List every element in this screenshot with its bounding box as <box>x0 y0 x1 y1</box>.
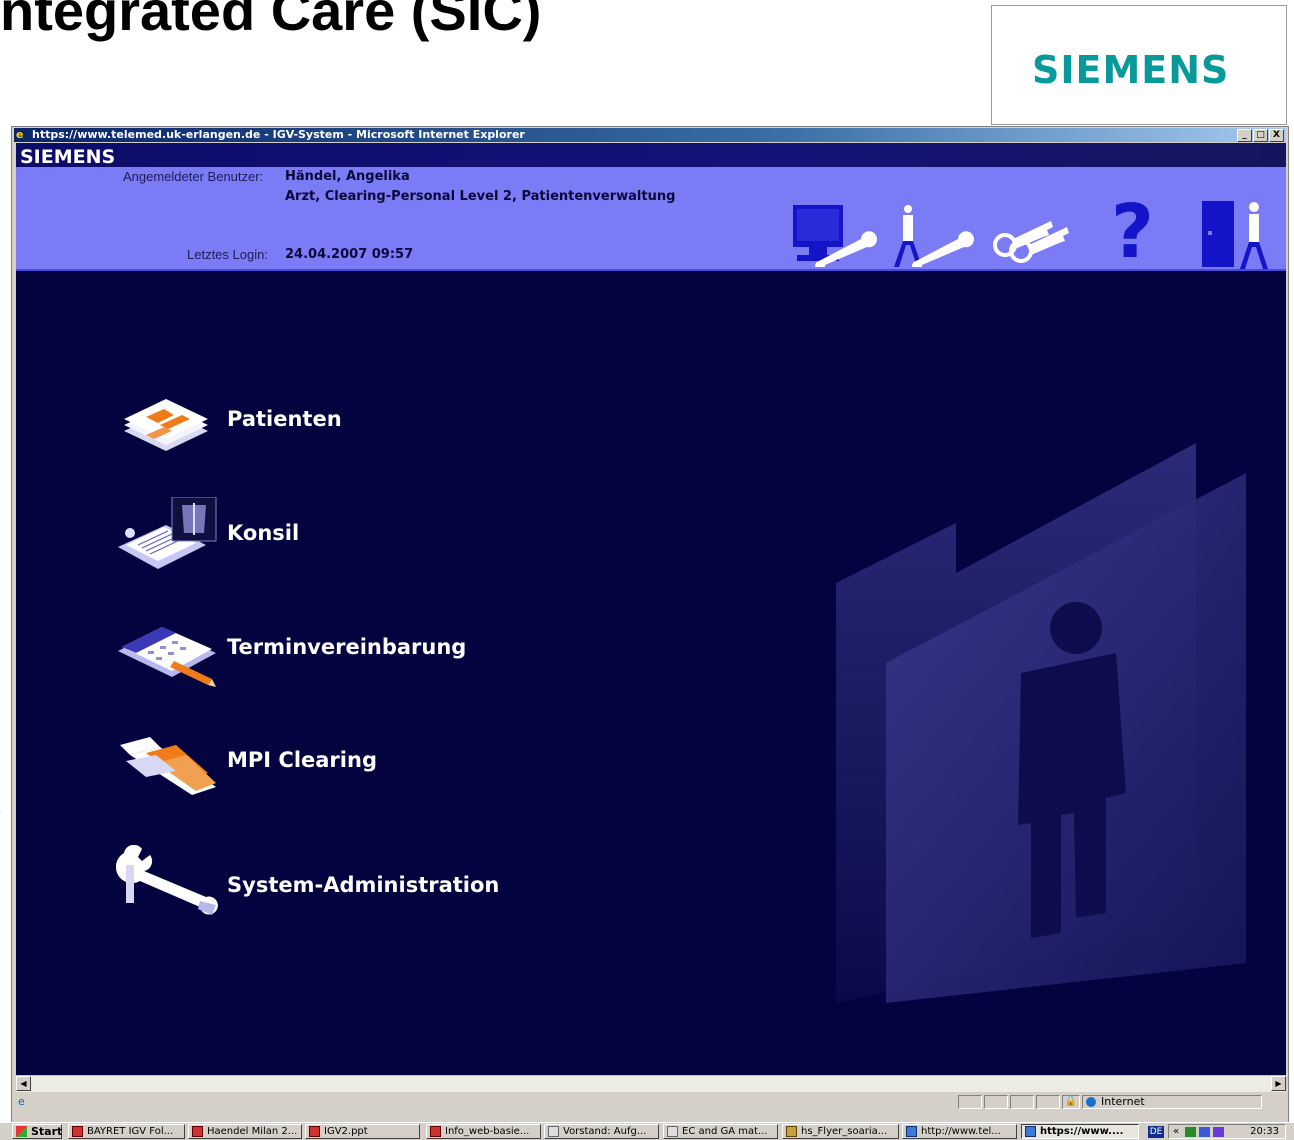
pdf-icon <box>192 1126 203 1137</box>
taskbar-item-label: Haendel Milan 2... <box>207 1126 298 1137</box>
window-titlebar[interactable]: e https://www.telemed.uk-erlangen.de - I… <box>14 128 1286 142</box>
slide-title: ntegrated Care (SIC) <box>0 0 542 42</box>
taskbar-item[interactable]: Haendel Milan 2... <box>188 1124 302 1139</box>
wrench-icon <box>116 845 218 915</box>
taskbar-item[interactable]: EC and GA mat... <box>663 1124 778 1139</box>
antivirus-icon[interactable] <box>1199 1127 1210 1137</box>
app-top-strip: SIEMENS <box>16 143 1286 168</box>
last-login-label: Letztes Login: <box>187 247 268 262</box>
taskbar-item[interactable]: Vorstand: Aufg... <box>544 1124 659 1139</box>
taskbar-item-label: BAYRET IGV Fol... <box>87 1126 174 1137</box>
app-content: SIEMENS Angemeldeter Benutzer: Händel, A… <box>16 143 1286 1075</box>
browser-window: e https://www.telemed.uk-erlangen.de - I… <box>11 126 1289 1126</box>
pdf-icon <box>72 1126 83 1137</box>
menu-label-patienten: Patienten <box>227 407 342 431</box>
user-name: Händel, Angelika <box>285 169 410 184</box>
tray-expand-icon[interactable]: « <box>1173 1125 1179 1138</box>
status-cell <box>1010 1095 1034 1109</box>
patient-cards-icon <box>124 399 208 451</box>
taskbar-item[interactable]: IGV2.ppt <box>305 1124 420 1139</box>
user-header: Angemeldeter Benutzer: Händel, Angelika … <box>16 167 1286 271</box>
clock: 20:33 <box>1250 1126 1279 1137</box>
start-button[interactable]: Start <box>12 1124 62 1139</box>
taskbar-item-label: Vorstand: Aufg... <box>563 1126 647 1137</box>
taskbar-item-label: Info_web-basie... <box>445 1126 530 1137</box>
user-label: Angemeldeter Benutzer: <box>123 169 264 184</box>
keys-icon[interactable] <box>991 205 1081 271</box>
computer-wrench-icon[interactable] <box>791 205 881 271</box>
user-roles: Arzt, Clearing-Personal Level 2, Patient… <box>285 189 676 204</box>
menu-item-system-administration[interactable]: System-Administration <box>116 845 596 925</box>
mpi-clearing-icon <box>120 737 216 795</box>
status-cell <box>958 1095 982 1109</box>
system-tray: « 20:33 <box>1168 1124 1286 1139</box>
menu-item-konsil[interactable]: Konsil <box>116 497 596 577</box>
last-login-value: 24.04.2007 09:57 <box>285 247 414 262</box>
powerpoint-icon <box>430 1126 441 1137</box>
zone-label: Internet <box>1101 1095 1145 1108</box>
maximize-button[interactable]: □ <box>1253 129 1268 142</box>
page-status-icon: e <box>18 1095 25 1108</box>
horizontal-scrollbar[interactable]: ◀ ▶ <box>16 1075 1286 1092</box>
image-icon <box>786 1126 797 1137</box>
internet-explorer-icon <box>1025 1126 1036 1137</box>
taskbar-item-label: IGV2.ppt <box>324 1126 368 1137</box>
logout-icon[interactable] <box>1202 201 1276 273</box>
taskbar-item[interactable]: Info_web-basie... <box>426 1124 541 1139</box>
lock-icon: 🔒 <box>1062 1095 1080 1109</box>
taskbar-item[interactable]: http://www.tel... <box>902 1124 1017 1139</box>
status-cell <box>1036 1095 1060 1109</box>
siemens-slide-logo: SIEMENS <box>1032 48 1230 92</box>
app-logo: SIEMENS <box>20 146 116 168</box>
taskbar-item-label: EC and GA mat... <box>682 1126 768 1137</box>
clipboard-xray-icon <box>118 497 217 569</box>
status-bar: e 🔒 Internet <box>16 1093 1286 1111</box>
task-icon <box>667 1126 678 1137</box>
task-icon <box>548 1126 559 1137</box>
menu-label-konsil: Konsil <box>227 521 300 545</box>
menu-item-patienten[interactable]: Patienten <box>116 393 596 473</box>
windows-taskbar: Start BAYRET IGV Fol... Haendel Milan 2.… <box>0 1122 1294 1140</box>
taskbar-item-active[interactable]: https://www.... <box>1021 1124 1139 1139</box>
patient-folder-watermark-icon <box>836 443 1246 1003</box>
help-icon[interactable]: ? <box>1111 195 1154 269</box>
start-label: Start <box>31 1125 63 1138</box>
slide-logo-frame: SIEMENS <box>991 5 1287 125</box>
menu-label-terminvereinbarung: Terminvereinbarung <box>227 635 467 659</box>
calendar-pen-icon <box>118 627 216 687</box>
minimize-button[interactable]: _ <box>1237 129 1252 142</box>
scroll-left-button[interactable]: ◀ <box>16 1076 31 1091</box>
globe-icon <box>1086 1097 1096 1107</box>
taskbar-item[interactable]: BAYRET IGV Fol... <box>68 1124 185 1139</box>
taskbar-item[interactable]: hs_Flyer_soaria... <box>782 1124 899 1139</box>
internet-explorer-icon <box>906 1126 917 1137</box>
powerpoint-icon <box>309 1126 320 1137</box>
taskbar-item-label: https://www.... <box>1040 1126 1124 1137</box>
language-indicator[interactable]: DE <box>1148 1126 1164 1138</box>
status-cell <box>984 1095 1008 1109</box>
window-title: https://www.telemed.uk-erlangen.de - IGV… <box>32 128 525 141</box>
internet-explorer-icon: e <box>16 128 24 141</box>
window-controls: _ □ X <box>1237 129 1284 142</box>
person-wrench-icon[interactable] <box>890 205 980 271</box>
close-button[interactable]: X <box>1269 129 1284 142</box>
menu-item-mpi-clearing[interactable]: MPI Clearing <box>116 733 596 813</box>
taskbar-item-label: http://www.tel... <box>921 1126 1001 1137</box>
menu-label-mpi-clearing: MPI Clearing <box>227 748 377 772</box>
volume-icon[interactable] <box>1213 1127 1224 1137</box>
windows-logo-icon <box>16 1126 27 1137</box>
menu-label-system-administration: System-Administration <box>227 873 500 897</box>
taskbar-item-label: hs_Flyer_soaria... <box>801 1126 888 1137</box>
scroll-right-button[interactable]: ▶ <box>1271 1076 1286 1091</box>
network-icon[interactable] <box>1185 1127 1196 1137</box>
menu-item-terminvereinbarung[interactable]: Terminvereinbarung <box>116 613 596 693</box>
security-zone: Internet <box>1082 1095 1262 1109</box>
slide-text-fragment: ) <box>0 778 3 838</box>
